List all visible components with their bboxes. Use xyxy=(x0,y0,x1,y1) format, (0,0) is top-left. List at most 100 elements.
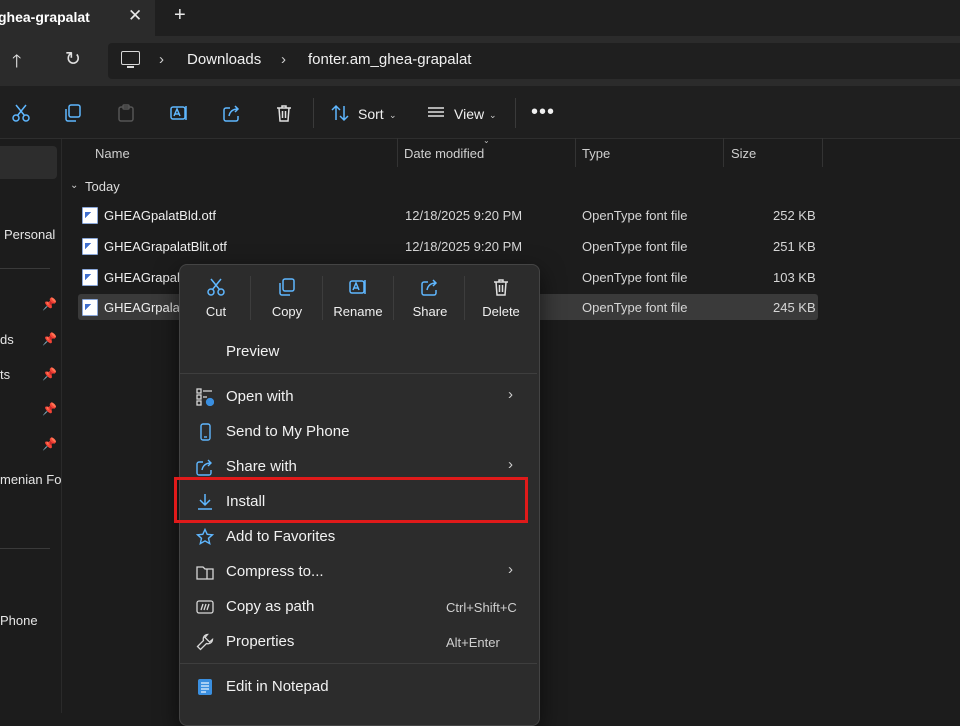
file-type: OpenType font file xyxy=(582,300,688,315)
cut-icon xyxy=(207,278,225,296)
close-tab-icon[interactable]: ✕ xyxy=(128,6,142,26)
sidebar-divider xyxy=(0,548,50,549)
more-options-icon[interactable]: ••• xyxy=(531,101,555,124)
chevron-right-icon[interactable]: › xyxy=(281,51,286,68)
delete-icon xyxy=(494,279,508,296)
copy-icon[interactable] xyxy=(63,103,83,123)
wrench-icon xyxy=(196,633,214,651)
sort-icon[interactable] xyxy=(330,103,350,123)
delete-action[interactable]: Delete xyxy=(469,277,533,319)
font-file-icon xyxy=(82,238,98,255)
submenu-arrow-icon: › xyxy=(508,456,513,473)
share-with-icon xyxy=(196,458,214,476)
share-label: Share xyxy=(412,304,448,319)
up-arrow-icon[interactable]: 🡑 xyxy=(12,49,21,79)
quick-action-divider xyxy=(464,276,465,320)
font-file-icon xyxy=(82,207,98,224)
menu-item-properties[interactable]: Properties xyxy=(226,633,294,650)
this-pc-icon[interactable] xyxy=(121,51,140,68)
column-header-size[interactable]: Size xyxy=(731,146,756,161)
compress-icon xyxy=(196,563,214,581)
file-size: 251 KB xyxy=(773,239,816,254)
file-size: 103 KB xyxy=(773,270,816,285)
column-divider[interactable] xyxy=(723,138,724,167)
file-type: OpenType font file xyxy=(582,270,688,285)
chevron-down-icon[interactable]: ⌄ xyxy=(489,110,497,121)
pin-icon: 📌 xyxy=(42,367,57,381)
pin-icon: 📌 xyxy=(42,402,57,416)
delete-icon[interactable] xyxy=(274,103,294,123)
cut-icon[interactable] xyxy=(11,103,31,123)
copy-path-icon xyxy=(196,598,214,616)
menu-item-edit-in-notepad[interactable]: Edit in Notepad xyxy=(226,678,329,695)
cut-label: Cut xyxy=(205,304,227,319)
column-divider[interactable] xyxy=(575,138,576,167)
toolbar-divider xyxy=(313,98,314,128)
column-header-type[interactable]: Type xyxy=(582,146,610,161)
menu-divider xyxy=(180,663,537,664)
menu-item-add-to-favorites[interactable]: Add to Favorites xyxy=(226,528,335,545)
menu-item-copy-as-path[interactable]: Copy as path xyxy=(226,598,314,615)
share-icon xyxy=(421,279,438,296)
chevron-down-icon[interactable]: ⌄ xyxy=(389,110,397,121)
column-header-name[interactable]: Name xyxy=(95,146,130,161)
quick-action-divider xyxy=(322,276,323,320)
file-name: GHEAGpalatBld.otf xyxy=(104,208,216,223)
shortcut-copy-as-path: Ctrl+Shift+C xyxy=(446,600,517,615)
rename-icon[interactable] xyxy=(169,103,189,123)
pin-icon: 📌 xyxy=(42,332,57,346)
tab-title: ghea-grapalat xyxy=(0,9,90,25)
view-button[interactable]: View xyxy=(454,106,484,122)
menu-item-open-with[interactable]: Open with xyxy=(226,388,294,405)
view-icon[interactable] xyxy=(426,103,446,123)
sidebar-item-armenian-fonts[interactable]: menian Fo xyxy=(0,472,61,487)
file-type: OpenType font file xyxy=(582,239,688,254)
file-name: GHEAGrapalatBlit.otf xyxy=(104,239,227,254)
copy-icon xyxy=(279,278,295,296)
file-name: GHEAGrpalat xyxy=(104,300,184,315)
breadcrumb-downloads[interactable]: Downloads xyxy=(187,51,261,68)
refresh-icon[interactable]: ↻ xyxy=(65,48,81,71)
file-row[interactable]: GHEAGpalatBld.otf 12/18/2025 9:20 PM Ope… xyxy=(78,202,818,228)
group-header-today[interactable]: Today xyxy=(85,179,120,194)
file-size: 252 KB xyxy=(773,208,816,223)
rename-label: Rename xyxy=(333,304,383,319)
file-row[interactable]: GHEAGrapalatBlit.otf 12/18/2025 9:20 PM … xyxy=(78,233,818,259)
share-icon[interactable] xyxy=(222,103,242,123)
file-name: GHEAGrapala xyxy=(104,270,188,285)
breadcrumb-current-folder[interactable]: fonter.am_ghea-grapalat xyxy=(308,51,471,68)
menu-item-send-to-phone[interactable]: Send to My Phone xyxy=(226,423,349,440)
pin-icon: 📌 xyxy=(42,297,57,311)
open-with-icon xyxy=(196,388,215,407)
new-tab-icon[interactable]: + xyxy=(174,4,186,27)
menu-item-share-with[interactable]: Share with xyxy=(226,458,297,475)
star-icon xyxy=(195,527,215,546)
collapse-chevron-icon[interactable]: ⌄ xyxy=(70,180,78,191)
font-file-icon xyxy=(82,299,98,316)
sidebar-item-phone[interactable]: Phone xyxy=(0,613,38,628)
sort-caret-icon: ⌄ xyxy=(483,136,490,145)
chevron-right-icon[interactable]: › xyxy=(159,51,164,68)
sidebar-item-personal[interactable]: Personal xyxy=(4,227,55,242)
rename-action[interactable]: Rename xyxy=(326,277,390,319)
paste-icon[interactable] xyxy=(116,103,136,123)
cut-action[interactable]: Cut xyxy=(184,277,248,319)
menu-item-preview[interactable]: Preview xyxy=(226,343,279,360)
quick-action-divider xyxy=(393,276,394,320)
toolbar-divider xyxy=(515,98,516,128)
sidebar-divider xyxy=(0,268,50,269)
menu-item-compress-to[interactable]: Compress to... xyxy=(226,563,324,580)
font-file-icon xyxy=(82,269,98,286)
share-action[interactable]: Share xyxy=(398,277,462,319)
sidebar-item-selected[interactable] xyxy=(0,146,57,179)
delete-label: Delete xyxy=(482,304,520,319)
install-highlight-box xyxy=(174,477,528,523)
sidebar-item-documents[interactable]: ts xyxy=(0,367,10,382)
column-header-date-modified[interactable]: Date modified xyxy=(404,146,484,161)
column-divider[interactable] xyxy=(822,138,823,167)
copy-action[interactable]: Copy xyxy=(255,277,319,319)
sort-button[interactable]: Sort xyxy=(358,106,384,122)
column-divider[interactable] xyxy=(397,138,398,167)
sidebar-item-downloads[interactable]: ds xyxy=(0,332,14,347)
file-size: 245 KB xyxy=(773,300,816,315)
